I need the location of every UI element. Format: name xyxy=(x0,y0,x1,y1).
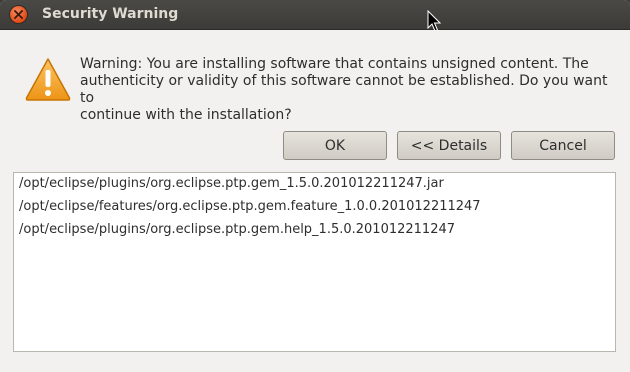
security-warning-dialog: Security Warning Warning: You are instal… xyxy=(0,0,630,372)
message-line: Warning: You are installing software tha… xyxy=(80,56,589,72)
list-item[interactable]: /opt/eclipse/plugins/org.eclipse.ptp.gem… xyxy=(19,176,444,191)
ok-button[interactable]: OK xyxy=(283,131,387,160)
window-title: Security Warning xyxy=(42,6,179,22)
details-button[interactable]: << Details xyxy=(397,131,501,160)
close-button[interactable] xyxy=(10,6,27,23)
mouse-cursor-icon xyxy=(427,10,441,32)
title-bar[interactable]: Security Warning xyxy=(0,0,630,32)
warning-icon xyxy=(25,58,71,101)
unsigned-content-list[interactable]: /opt/eclipse/plugins/org.eclipse.ptp.gem… xyxy=(13,172,616,352)
cancel-button[interactable]: Cancel xyxy=(511,131,615,160)
message-line: continue with the installation? xyxy=(80,107,292,123)
dialog-content: Warning: You are installing software tha… xyxy=(0,30,630,372)
list-item[interactable]: /opt/eclipse/plugins/org.eclipse.ptp.gem… xyxy=(19,222,455,237)
warning-message: Warning: You are installing software tha… xyxy=(80,56,610,124)
close-icon xyxy=(14,10,23,19)
message-line: authenticity or validity of this softwar… xyxy=(80,73,608,106)
list-item[interactable]: /opt/eclipse/features/org.eclipse.ptp.ge… xyxy=(19,199,481,214)
